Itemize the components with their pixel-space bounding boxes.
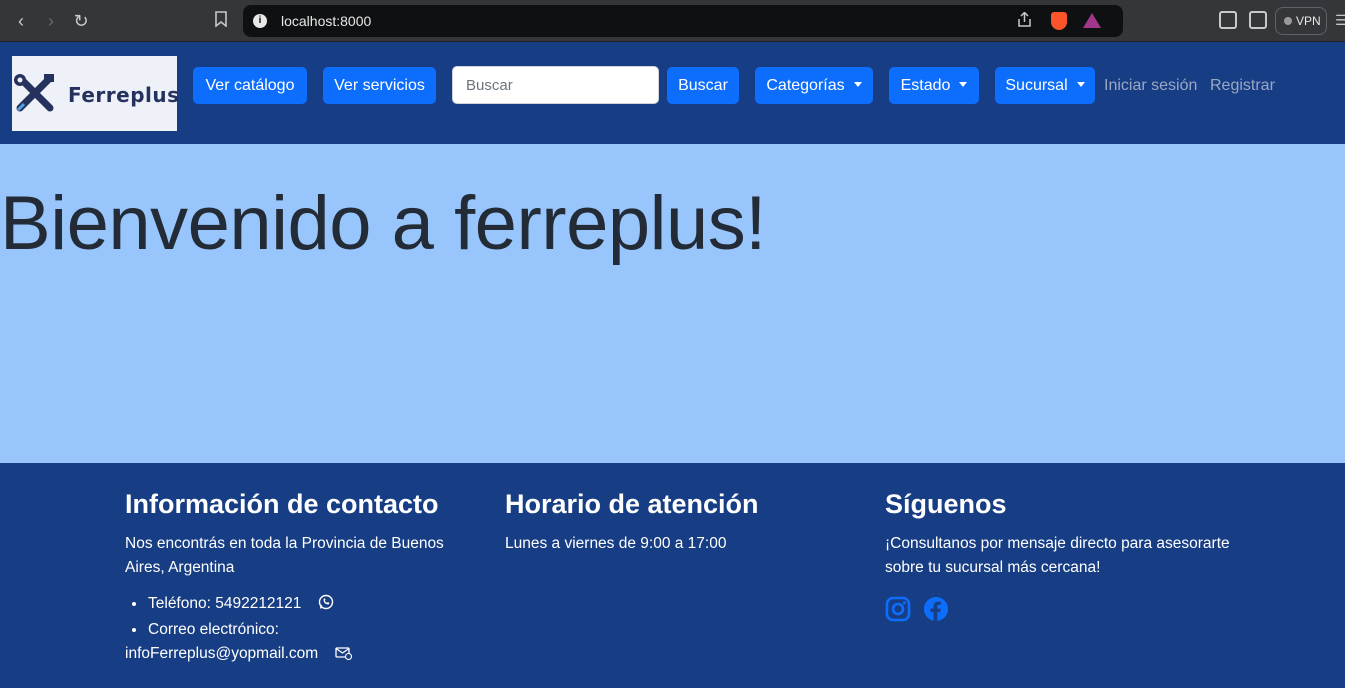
email-label: Correo electrónico: [148,621,279,638]
caret-down-icon [959,82,968,87]
phone-item: Teléfono: 5492212121 [147,592,465,618]
share-icon[interactable] [1017,11,1033,31]
categories-label: Categorías [766,77,845,94]
wallet-icon[interactable] [1249,11,1267,29]
brave-shields-icon[interactable] [1051,12,1067,30]
reload-icon[interactable]: ↻ [70,10,92,32]
hero-title: Bienvenido a ferreplus! [0,181,766,266]
follow-column: Síguenos ¡Consultanos por mensaje direct… [885,489,1255,627]
hours-text: Lunes a viernes de 9:00 a 17:00 [505,535,727,552]
login-link[interactable]: Iniciar sesión [1104,77,1197,95]
categories-dropdown[interactable]: Categorías [755,67,873,104]
browser-toolbar: ‹ › ↻ i localhost:8000 VPN ☰ [0,0,1345,42]
email-line: infoFerreplus@yopmail.com [125,642,465,668]
instagram-icon[interactable] [885,596,911,627]
site-info-icon[interactable]: i [253,14,267,28]
facebook-icon[interactable] [923,596,949,627]
services-button[interactable]: Ver servicios [323,67,436,104]
contact-title: Información de contacto [125,489,439,519]
caret-down-icon [1076,82,1085,87]
follow-text: ¡Consultanos por mensaje directo para as… [885,535,1230,576]
email-item: Correo electrónico: [147,618,465,642]
contact-column: Información de contacto Nos encontrás en… [125,489,465,668]
phone-text: Teléfono: 5492212121 [148,595,302,612]
mail-icon[interactable] [334,644,352,668]
menu-icon[interactable]: ☰ [1335,12,1345,29]
contact-list: Teléfono: 5492212121 Correo electrónico: [125,592,465,642]
address-bar[interactable]: i localhost:8000 [243,5,1123,37]
hours-title: Horario de atención [505,489,759,519]
hours-column: Horario de atención Lunes a viernes de 9… [505,489,825,556]
vpn-button[interactable]: VPN [1275,7,1327,35]
whatsapp-icon[interactable] [318,594,334,618]
branch-dropdown[interactable]: Sucursal [995,67,1095,104]
back-icon[interactable]: ‹ [10,10,32,32]
forward-icon[interactable]: › [40,10,62,32]
hero-section: Bienvenido a ferreplus! [0,144,1345,463]
follow-title: Síguenos [885,489,1007,519]
status-dropdown[interactable]: Estado [889,67,979,104]
brave-rewards-icon[interactable] [1083,13,1101,28]
tools-logo-icon [14,74,54,112]
status-label: Estado [900,77,951,94]
email-address[interactable]: infoFerreplus@yopmail.com [125,645,318,662]
logo-text: Ferreplus [68,83,180,107]
register-link[interactable]: Registrar [1210,77,1275,95]
social-links [885,596,1255,627]
catalog-button[interactable]: Ver catálogo [193,67,307,104]
branch-label: Sucursal [1005,77,1068,94]
caret-down-icon [853,82,862,87]
logo[interactable]: Ferreplus [12,56,180,131]
url-text: localhost:8000 [281,13,372,29]
bookmark-icon[interactable] [210,10,232,32]
contact-text: Nos encontrás en toda la Provincia de Bu… [125,535,444,576]
site-footer: Información de contacto Nos encontrás en… [0,463,1345,688]
site-navbar: Ferreplus Ver catálogo Ver servicios Bus… [0,42,1345,144]
sidebar-icon[interactable] [1219,11,1237,29]
search-input[interactable] [452,66,659,104]
search-button[interactable]: Buscar [667,67,739,104]
